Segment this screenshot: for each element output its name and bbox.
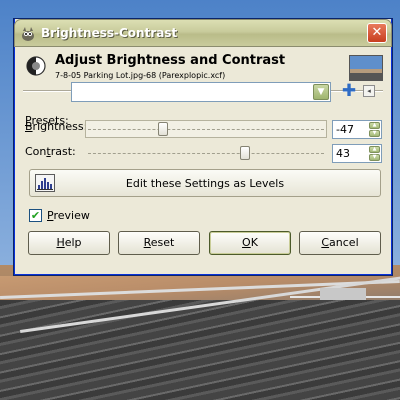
brightness-value: -47 xyxy=(336,123,354,136)
dialog-content: Adjust Brightness and Contrast 7-8-05 Pa… xyxy=(15,47,391,274)
slider-track xyxy=(88,153,324,154)
image-thumbnail xyxy=(349,55,383,81)
decrement-button[interactable]: ▼ xyxy=(369,154,380,161)
checkmark-icon: ✔ xyxy=(30,209,41,222)
add-preset-button[interactable]: ✚ xyxy=(341,81,357,101)
increment-button[interactable]: ▲ xyxy=(369,122,380,129)
brightness-contrast-icon xyxy=(26,56,46,76)
brightness-label: Brightness: xyxy=(25,120,88,133)
thumbnail-road xyxy=(350,72,382,80)
window-title: Brightness-Contrast xyxy=(41,26,178,40)
chevron-down-icon[interactable]: ▼ xyxy=(313,84,329,100)
photo-building xyxy=(320,288,366,300)
brightness-slider-handle[interactable] xyxy=(158,122,169,136)
spin-buttons: ▲ ▼ xyxy=(369,146,380,161)
header-subtitle: 7-8-05 Parking Lot.jpg-68 (Parexplopic.x… xyxy=(55,71,226,80)
title-bar[interactable]: Brightness-Contrast ✕ xyxy=(14,19,392,47)
brightness-contrast-dialog: Brightness-Contrast ✕ Adjust Brightness … xyxy=(14,19,392,275)
plus-icon: ✚ xyxy=(341,81,357,101)
presets-combo[interactable]: ▼ xyxy=(71,82,331,102)
brightness-slider[interactable] xyxy=(85,120,327,138)
close-icon: ✕ xyxy=(371,25,383,40)
slider-track xyxy=(88,129,324,130)
brightness-spinbutton[interactable]: -47 ▲ ▼ xyxy=(332,120,382,139)
header-title: Adjust Brightness and Contrast xyxy=(55,53,286,68)
gimp-wilber-icon xyxy=(22,27,34,41)
contrast-value: 43 xyxy=(336,147,350,160)
presets-menu-button[interactable]: ◂ xyxy=(363,85,375,97)
photo-asphalt xyxy=(0,300,400,400)
cancel-button[interactable]: Cancel xyxy=(299,231,381,255)
preview-checkbox[interactable]: ✔ xyxy=(29,209,42,222)
reset-button[interactable]: Reset xyxy=(118,231,200,255)
contrast-slider[interactable] xyxy=(85,144,327,162)
contrast-label: Contrast: xyxy=(25,145,76,158)
contrast-slider-handle[interactable] xyxy=(239,146,250,160)
increment-button[interactable]: ▲ xyxy=(369,146,380,153)
contrast-spinbutton[interactable]: 43 ▲ ▼ xyxy=(332,144,382,163)
menu-arrow-icon: ◂ xyxy=(367,87,371,95)
help-button[interactable]: Help xyxy=(28,231,110,255)
ok-button[interactable]: OK xyxy=(209,231,291,255)
close-button[interactable]: ✕ xyxy=(367,23,387,43)
spin-buttons: ▲ ▼ xyxy=(369,122,380,137)
decrement-button[interactable]: ▼ xyxy=(369,130,380,137)
edit-as-levels-button[interactable]: Edit these Settings as Levels xyxy=(29,169,381,197)
edit-as-levels-label: Edit these Settings as Levels xyxy=(125,177,285,190)
preview-label[interactable]: Preview xyxy=(47,209,90,222)
